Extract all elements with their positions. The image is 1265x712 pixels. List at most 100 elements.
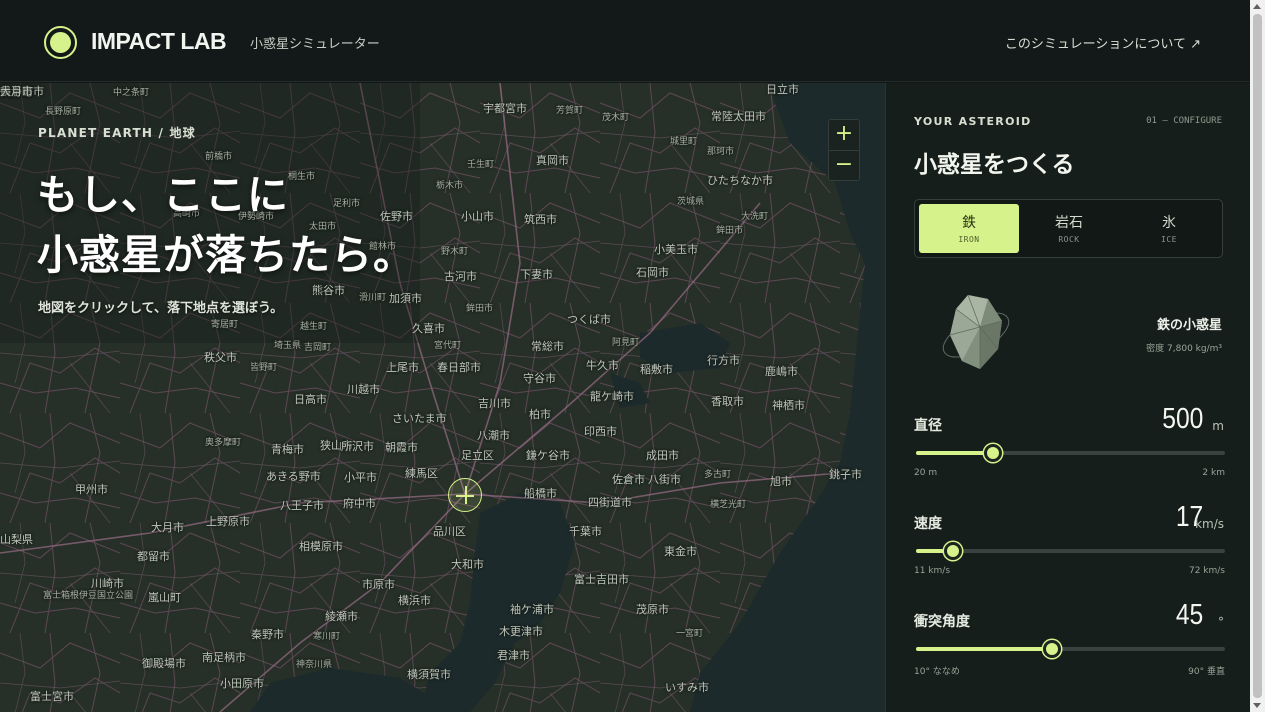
- map-place-label: 鹿嶋市: [765, 365, 798, 378]
- range-min: 20 m: [914, 468, 938, 478]
- slider-fill: [916, 647, 1052, 651]
- scroll-down-icon[interactable]: [1253, 703, 1261, 708]
- map-place-label: 相模原市: [299, 540, 343, 553]
- map-place-label: 船橋市: [524, 487, 557, 500]
- hero-headline: もし、ここに 小惑星が落ちたら。: [37, 165, 415, 285]
- map-place-label: 大月市: [151, 521, 184, 534]
- material-ice-button[interactable]: 氷 ICE: [1119, 204, 1219, 253]
- range-min: 11 km/s: [914, 566, 951, 576]
- map-place-label: 小田原市: [220, 677, 264, 690]
- slider-thumb[interactable]: [944, 542, 963, 560]
- map-place-label: 袖ケ浦市: [510, 603, 554, 616]
- map-place-label: 日立市: [766, 83, 799, 96]
- map-place-label: 下妻市: [520, 268, 553, 281]
- map-place-label: 埼玉県: [274, 341, 302, 351]
- map-place-label: 君津市: [497, 649, 530, 662]
- map-place-label: いすみ市: [665, 681, 709, 694]
- angle-slider[interactable]: [916, 640, 1225, 658]
- map-place-label: 市原市: [362, 578, 395, 591]
- map-place-label: 古河市: [444, 270, 477, 283]
- impact-target-marker[interactable]: [448, 478, 482, 512]
- map-place-label: 甲州市: [75, 483, 108, 496]
- map-place-label: 八王子市: [280, 499, 324, 512]
- material-label: 岩石: [1055, 215, 1083, 231]
- map-place-label: 牛久市: [586, 359, 619, 372]
- map-place-label: 富士吉田市: [574, 573, 629, 586]
- map-place-label: 南足柄市: [202, 651, 246, 664]
- map-place-label: 真岡市: [536, 154, 569, 167]
- map-place-label: 大洗町: [741, 212, 769, 222]
- param-unit: m: [1212, 419, 1224, 433]
- map-place-label: 柏市: [529, 408, 551, 421]
- map-place-label: 寒川町: [313, 632, 341, 642]
- map-place-label: 東金市: [664, 545, 697, 558]
- map-place-label: 阿見町: [612, 338, 640, 348]
- map-place-label: あきる野市: [266, 470, 321, 483]
- about-link[interactable]: このシミュレーションについて ↗: [1005, 33, 1201, 52]
- map-place-label: 石岡市: [636, 266, 669, 279]
- material-rock-button[interactable]: 岩石 ROCK: [1019, 204, 1119, 253]
- map-place-label: 壬生町: [467, 160, 495, 170]
- map-place-label: 銚子市: [829, 468, 862, 481]
- map-place-label: 富士箱根伊豆国立公園: [43, 591, 134, 601]
- param-value: 45: [1175, 599, 1203, 631]
- map-place-label: 横芝光町: [710, 500, 747, 510]
- map-place-label: 大月市: [0, 85, 33, 98]
- material-name: 鉄の小惑星: [1156, 318, 1222, 333]
- map-place-label: 山梨県: [0, 533, 33, 546]
- page-scrollbar[interactable]: [1250, 0, 1265, 712]
- slider-thumb[interactable]: [1042, 640, 1061, 658]
- map-place-label: 所沢市: [341, 440, 374, 453]
- scroll-up-icon[interactable]: [1253, 4, 1261, 9]
- map-place-label: 綾瀬市: [325, 610, 358, 623]
- slider-fill: [916, 451, 994, 455]
- map-place-label: 城里町: [670, 137, 698, 147]
- map-place-label: 長野原町: [45, 107, 82, 117]
- map-place-label: 宇都宮市: [483, 102, 527, 115]
- map-place-label: 上尾市: [386, 361, 419, 374]
- map-place-label: 守谷市: [523, 372, 556, 385]
- range-min: 10° ななめ: [914, 667, 960, 677]
- map-place-label: 茨城県: [677, 197, 705, 207]
- material-iron-button[interactable]: 鉄 IRON: [919, 204, 1019, 253]
- map-place-label: 吉川市: [478, 397, 511, 410]
- map-place-label: 八潮市: [477, 429, 510, 442]
- logo-icon[interactable]: [44, 26, 77, 59]
- config-panel: YOUR ASTEROID 01 — CONFIGURE 小惑星をつくる 鉄 I…: [885, 83, 1250, 712]
- scrollbar-thumb[interactable]: [1253, 14, 1262, 698]
- map-hint: 地図をクリックして、落下地点を選ぼう。: [38, 301, 284, 316]
- brand-name[interactable]: IMPACT LAB: [91, 28, 227, 55]
- map-place-label: 足立区: [461, 449, 494, 462]
- map-canvas[interactable]: 中之条町 長野原町 日立市 宇都宮市 芳賀町 茂木町 常陸太田市 城里町 那珂市 前橋市 壬生町 真岡…: [0, 83, 885, 712]
- panel-title: 小惑星をつくる: [914, 152, 1075, 178]
- map-place-label: 春日部市: [437, 361, 481, 374]
- map-place-label: 都留市: [137, 550, 170, 563]
- speed-slider[interactable]: [916, 542, 1225, 560]
- map-place-label: 寄居町: [211, 320, 239, 330]
- slider-thumb[interactable]: [984, 444, 1003, 462]
- map-place-label: 加須市: [389, 292, 422, 305]
- map-place-label: 府中市: [343, 497, 376, 510]
- material-sublabel: IRON: [958, 235, 980, 244]
- zoom-in-button[interactable]: +: [829, 120, 859, 150]
- param-label: 衝突角度: [914, 614, 970, 630]
- map-place-label: 千葉市: [569, 525, 602, 538]
- app-subtitle: 小惑星シミュレーター: [250, 37, 380, 52]
- hero-line-2: 小惑星が落ちたら。: [37, 231, 415, 279]
- map-place-label: 久喜市: [412, 322, 445, 335]
- map-place-label: 中之条町: [113, 88, 150, 98]
- map-place-label: 皆野町: [250, 363, 278, 373]
- map-place-label: 稲敷市: [640, 363, 673, 376]
- panel-kicker: YOUR ASTEROID: [914, 115, 1032, 128]
- map-place-label: 那珂市: [707, 147, 735, 157]
- range-max: 72 km/s: [1188, 566, 1225, 576]
- hero-line-1: もし、ここに: [37, 171, 289, 219]
- diameter-slider[interactable]: [916, 444, 1225, 462]
- map-place-label: 常陸太田市: [711, 110, 766, 123]
- material-label: 鉄: [962, 215, 976, 231]
- map-place-label: 神栖市: [772, 399, 805, 412]
- zoom-out-button[interactable]: −: [829, 150, 859, 180]
- material-label: 氷: [1162, 215, 1176, 231]
- map-place-label: 鉾田市: [716, 226, 744, 236]
- map-kicker: PLANET EARTH / 地球: [38, 126, 196, 140]
